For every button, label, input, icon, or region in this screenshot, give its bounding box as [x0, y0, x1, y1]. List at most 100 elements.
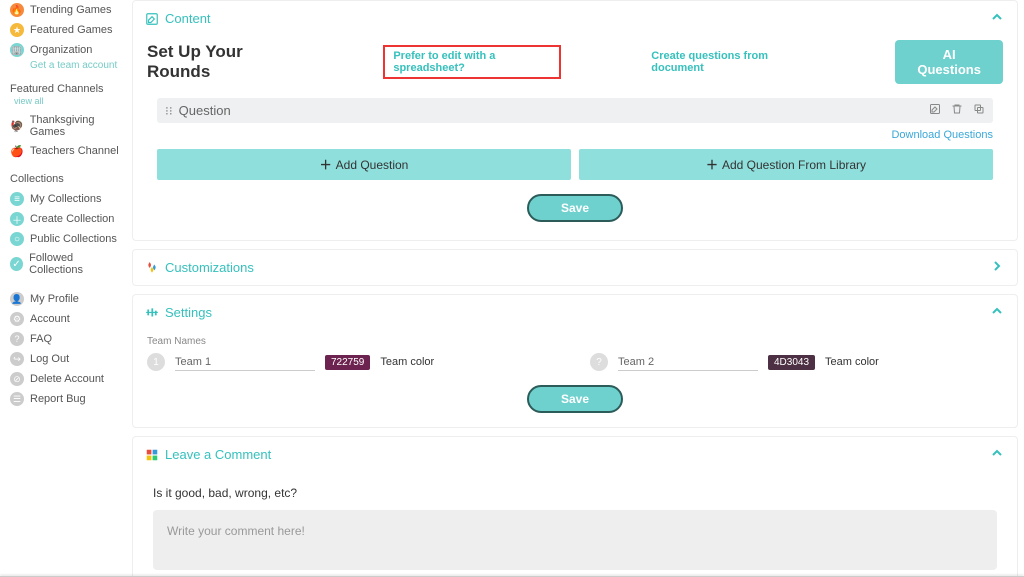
report-bug-icon: ☰ [10, 392, 24, 406]
sliders-icon [145, 306, 159, 320]
team1-color-label: Team color [380, 356, 434, 368]
featured-channels-label: Featured Channels [10, 83, 104, 95]
trending-games-icon: 🔥 [10, 3, 24, 17]
sidebar-item-label: Create Collection [30, 213, 114, 225]
collections-header: Collections [10, 173, 124, 185]
content-panel-header[interactable]: Content [133, 1, 1017, 36]
chevron-up-icon [989, 303, 1005, 322]
customizations-panel-header[interactable]: Customizations [133, 250, 1017, 285]
team2-color-chip[interactable]: 4D3043 [768, 355, 815, 370]
drag-handle-icon[interactable]: ⁝⁝ [165, 104, 173, 118]
add-from-library-label: Add Question From Library [722, 158, 866, 172]
sidebar-item-delete-account[interactable]: ⊘ Delete Account [10, 369, 124, 389]
thanksgiving-icon: 🦃 [10, 119, 24, 133]
copy-icon[interactable] [973, 103, 985, 118]
sidebar-item-label: Featured Games [30, 24, 113, 36]
sidebar-item-label: My Profile [30, 293, 79, 305]
settings-panel: Settings Team Names 1 722759 Team color [132, 294, 1018, 428]
setup-rounds-title: Set Up Your Rounds [147, 42, 293, 82]
ai-questions-button[interactable]: AI Questions [895, 40, 1003, 84]
edit-spreadsheet-link[interactable]: Prefer to edit with a spreadsheet? [383, 45, 561, 79]
sidebar-item-my-profile[interactable]: 👤 My Profile [10, 289, 124, 309]
sidebar-item-thanksgiving[interactable]: 🦃 Thanksgiving Games [10, 111, 124, 141]
add-question-label: Add Question [336, 158, 409, 172]
get-team-account-link[interactable]: Get a team account [10, 60, 124, 71]
question-label: Question [179, 103, 919, 118]
my-profile-icon: 👤 [10, 292, 24, 306]
sidebar-item-label: Organization [30, 44, 92, 56]
my-collections-icon: ≡ [10, 192, 24, 206]
chevron-up-icon [989, 9, 1005, 28]
team1-badge: 1 [147, 353, 165, 371]
customizations-panel-title: Customizations [165, 260, 254, 275]
sidebar-item-label: My Collections [30, 193, 102, 205]
team2-badge: ? [590, 353, 608, 371]
comment-panel-title: Leave a Comment [165, 447, 271, 462]
sidebar-item-report-bug[interactable]: ☰Report Bug [10, 389, 124, 409]
sidebar-item-label: FAQ [30, 333, 52, 345]
delete-account-icon: ⊘ [10, 372, 24, 386]
sidebar-item-log-out[interactable]: ↪ Log Out [10, 349, 124, 369]
chevron-down-icon [989, 258, 1005, 277]
sidebar-item-teachers[interactable]: 🍎 Teachers Channel [10, 141, 124, 161]
sidebar-item-create-collection[interactable]: ＋ Create Collection [10, 209, 124, 229]
team-names-label: Team Names [147, 336, 1003, 353]
sidebar-item-organization[interactable]: 🏢Organization [10, 40, 124, 60]
sidebar-item-featured-games[interactable]: ★ Featured Games [10, 20, 124, 40]
edit-icon[interactable] [929, 103, 941, 118]
sidebar-item-label: Trending Games [30, 4, 112, 16]
log-out-icon: ↪ [10, 352, 24, 366]
settings-panel-header[interactable]: Settings [133, 295, 1017, 330]
sidebar-item-label: Log Out [30, 353, 69, 365]
settings-save-button[interactable]: Save [527, 385, 623, 413]
sidebar-item-faq[interactable]: ? FAQ [10, 329, 124, 349]
trash-icon[interactable] [951, 103, 963, 118]
settings-panel-title: Settings [165, 305, 212, 320]
sidebar-item-label: Public Collections [30, 233, 117, 245]
comment-panel-header[interactable]: Leave a Comment [133, 437, 1017, 472]
view-all-link[interactable]: view all [14, 96, 44, 106]
sidebar-item-label: Account [30, 313, 70, 325]
sidebar-item-followed-collections[interactable]: ✓ Followed Collections [10, 249, 124, 279]
sidebar-item-label: Teachers Channel [30, 145, 119, 157]
main-area: Content Set Up Your Rounds Prefer to edi… [130, 0, 1024, 577]
add-question-button[interactable]: ＋ Add Question [157, 149, 571, 180]
content-save-button[interactable]: Save [527, 194, 623, 222]
comment-panel: Leave a Comment Is it good, bad, wrong, … [132, 436, 1018, 577]
sidebar: 🔥 Trending Games ★ Featured Games 🏢Organizat… [0, 0, 130, 577]
followed-collections-icon: ✓ [10, 257, 23, 271]
sidebar-item-public-collections[interactable]: ○ Public Collections [10, 229, 124, 249]
teachers-icon: 🍎 [10, 144, 24, 158]
content-panel: Content Set Up Your Rounds Prefer to edi… [132, 0, 1018, 241]
sidebar-item-label: Thanksgiving Games [30, 114, 124, 138]
create-from-doc-link[interactable]: Create questions from document [651, 50, 805, 74]
chevron-up-icon [989, 445, 1005, 464]
featured-games-icon: ★ [10, 23, 24, 37]
team2-name-input[interactable] [618, 354, 758, 371]
account-icon: ⚙ [10, 312, 24, 326]
download-questions-link[interactable]: Download Questions [891, 129, 993, 141]
team2-color-label: Team color [825, 356, 879, 368]
featured-channels-header: Featured Channels view all [10, 83, 124, 107]
droplets-icon [145, 261, 159, 275]
plus-icon: ＋ [706, 156, 718, 173]
public-collections-icon: ○ [10, 232, 24, 246]
team1-name-input[interactable] [175, 354, 315, 371]
comment-prompt: Is it good, bad, wrong, etc? [153, 478, 997, 510]
puzzle-icon [145, 448, 159, 462]
customizations-panel: Customizations [132, 249, 1018, 286]
sidebar-item-trending-games[interactable]: 🔥 Trending Games [10, 0, 124, 20]
team1-color-chip[interactable]: 722759 [325, 355, 370, 370]
content-panel-title: Content [165, 11, 211, 26]
create-collection-icon: ＋ [10, 212, 24, 226]
sidebar-item-account[interactable]: ⚙ Account [10, 309, 124, 329]
pencil-square-icon [145, 12, 159, 26]
question-row[interactable]: ⁝⁝ Question [157, 98, 993, 123]
plus-icon: ＋ [320, 156, 332, 173]
add-question-from-library-button[interactable]: ＋ Add Question From Library [579, 149, 993, 180]
sidebar-item-label: Delete Account [30, 373, 104, 385]
comment-textarea[interactable]: Write your comment here! [153, 510, 997, 570]
faq-icon: ? [10, 332, 24, 346]
sidebar-item-my-collections[interactable]: ≡ My Collections [10, 189, 124, 209]
sidebar-item-label: Followed Collections [29, 252, 124, 276]
